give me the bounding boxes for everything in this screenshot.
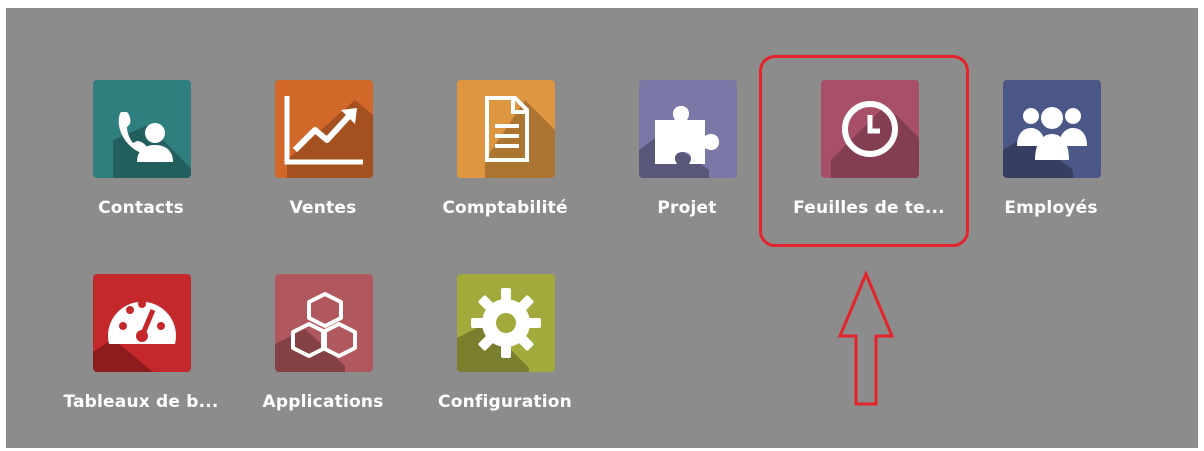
contacts-tile	[93, 80, 191, 178]
employees-icon	[1017, 107, 1087, 160]
app-contacts[interactable]: Contacts	[50, 80, 232, 240]
app-label: Ventes	[289, 198, 357, 218]
employes-tile	[1003, 80, 1101, 178]
app-tableaux-de-bord[interactable]: Tableaux de b...	[50, 274, 232, 434]
app-employes[interactable]: Employés	[960, 80, 1142, 240]
tableaux-tile	[93, 274, 191, 372]
comptabilite-tile	[457, 80, 555, 178]
app-label: Configuration	[438, 392, 572, 412]
app-label: Comptabilité	[442, 198, 568, 218]
app-configuration[interactable]: Configuration	[414, 274, 596, 434]
configuration-tile	[457, 274, 555, 372]
app-comptabilite[interactable]: Comptabilité	[414, 80, 596, 240]
app-label: Contacts	[98, 198, 184, 218]
document-icon	[485, 96, 529, 162]
gear-icon	[471, 288, 541, 358]
projet-tile	[639, 80, 737, 178]
ventes-tile	[275, 80, 373, 178]
app-label: Tableaux de b...	[63, 392, 219, 412]
app-projet[interactable]: Projet	[596, 80, 778, 240]
up-arrow-annotation	[837, 270, 895, 406]
contacts-icon	[118, 112, 173, 162]
app-label: Employés	[1004, 198, 1098, 218]
applications-tile	[275, 274, 373, 372]
app-label: Projet	[657, 198, 717, 218]
app-ventes[interactable]: Ventes	[232, 80, 414, 240]
app-label: Applications	[262, 392, 384, 412]
dashboard-gauge-icon	[108, 300, 176, 344]
app-applications[interactable]: Applications	[232, 274, 414, 434]
puzzle-icon	[655, 106, 719, 164]
highlight-box	[759, 55, 969, 247]
sales-chart-icon	[284, 96, 363, 165]
cubes-icon	[291, 292, 357, 358]
